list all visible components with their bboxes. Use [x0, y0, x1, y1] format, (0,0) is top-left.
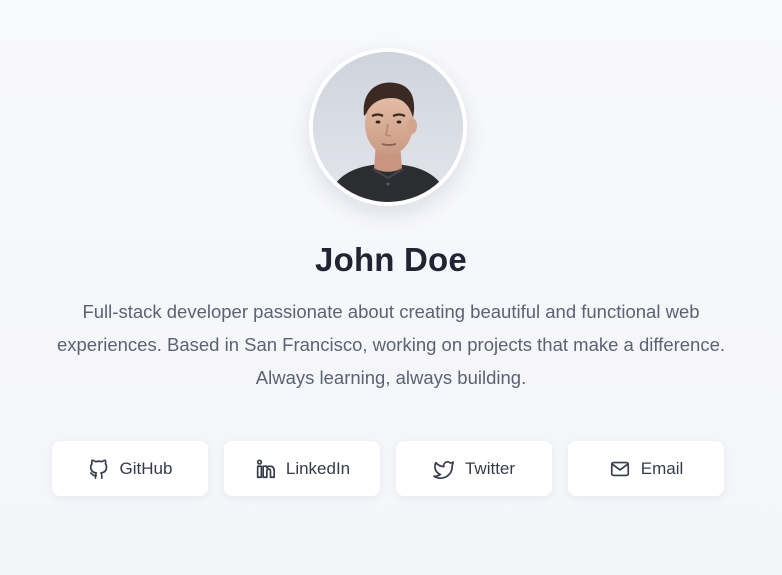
- linkedin-label: LinkedIn: [285, 458, 351, 478]
- social-links: GitHub LinkedIn Twitter Email: [52, 441, 724, 496]
- twitter-label: Twitter: [464, 458, 516, 478]
- avatar-image: [313, 52, 463, 202]
- profile-name: John Doe: [315, 241, 467, 278]
- github-label: GitHub: [119, 458, 173, 478]
- avatar: [309, 48, 467, 206]
- linkedin-icon: [254, 458, 276, 480]
- github-button[interactable]: GitHub: [52, 441, 208, 496]
- profile-page: John Doe Full-stack developer passionate…: [0, 0, 782, 575]
- linkedin-button[interactable]: LinkedIn: [224, 441, 380, 496]
- twitter-button[interactable]: Twitter: [396, 441, 552, 496]
- github-icon: [88, 458, 110, 480]
- email-button[interactable]: Email: [568, 441, 724, 496]
- twitter-icon: [433, 458, 455, 480]
- mail-icon: [609, 458, 631, 480]
- profile-bio: Full-stack developer passionate about cr…: [56, 301, 726, 388]
- email-label: Email: [640, 458, 684, 478]
